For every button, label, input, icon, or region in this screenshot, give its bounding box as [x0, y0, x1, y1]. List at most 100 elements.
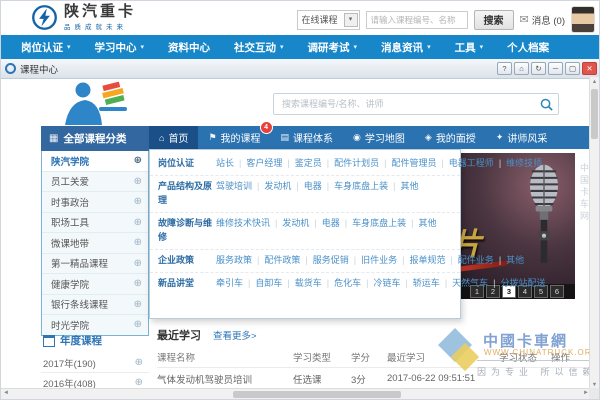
tab-learning-map[interactable]: ◉学习地图 [343, 126, 415, 149]
megamenu-link[interactable]: 配件业务 [445, 255, 493, 265]
category-item-shaanqi-college[interactable]: 陕汽学院⊕ [42, 151, 148, 172]
megamenu-link[interactable]: 载货车 [282, 278, 321, 288]
megamenu-category[interactable]: 产品结构及原理 [158, 180, 216, 208]
scroll-up-icon[interactable]: ▲ [590, 79, 599, 85]
megamenu-link[interactable]: 电器 [309, 218, 339, 228]
megamenu-category[interactable]: 岗位认证 [158, 157, 216, 171]
nav-label: 社交互动 [234, 40, 276, 55]
expand-icon[interactable]: ⊕ [134, 176, 142, 187]
expand-icon[interactable]: ⊕ [134, 299, 142, 310]
megamenu-link[interactable]: 配件政策 [252, 255, 300, 265]
brand-logo[interactable]: 陕汽重卡 品质成就未来 [31, 4, 136, 31]
megamenu-link[interactable]: 冷链车 [361, 278, 400, 288]
megamenu-link[interactable]: 牵引车 [216, 278, 243, 288]
user-avatar[interactable] [571, 6, 595, 33]
megamenu-link[interactable]: 其他 [494, 255, 524, 265]
home-button[interactable]: ⌂ [514, 62, 529, 75]
megamenu-category[interactable]: 故障诊断与维修 [158, 217, 216, 245]
megamenu-link[interactable]: 站长 [216, 158, 234, 168]
megamenu-link[interactable]: 维修技术快讯 [216, 218, 270, 228]
help-button[interactable]: ? [497, 62, 512, 75]
expand-icon[interactable]: ⊕ [134, 196, 142, 207]
category-item-health-college[interactable]: 健康学院⊕ [42, 274, 148, 295]
carousel-page-6[interactable]: 6 [550, 285, 564, 298]
expand-icon[interactable]: ⊕ [134, 155, 142, 166]
messages-link[interactable]: ✉ 消息 (0) [520, 13, 565, 27]
expand-icon[interactable]: ⊕ [134, 217, 142, 228]
search-category-select[interactable]: 在线课程 ▾ [297, 10, 360, 30]
megamenu-link[interactable]: 危化车 [322, 278, 361, 288]
nav-item-social[interactable]: 社交互动▾ [222, 40, 296, 55]
megamenu-link[interactable]: 自卸车 [243, 278, 282, 288]
header-search-button[interactable]: 搜索 [474, 10, 514, 30]
horizontal-scrollbar[interactable]: ◄ ► [1, 388, 600, 399]
nav-item-survey-exam[interactable]: 调研考试▾ [296, 40, 370, 55]
megamenu-link[interactable]: 报单规范 [397, 255, 445, 265]
vertical-scrollbar[interactable]: ▲ ▼ [589, 77, 599, 390]
category-item-workplace-tools[interactable]: 职场工具⊕ [42, 213, 148, 234]
nav-item-news[interactable]: 消息资讯▾ [369, 40, 443, 55]
megamenu-link[interactable]: 分拨站配送 [488, 278, 545, 288]
megamenu-link[interactable]: 客户经理 [234, 158, 282, 168]
nav-item-profile[interactable]: 个人档案 [495, 40, 561, 55]
minimize-button[interactable]: ─ [548, 62, 563, 75]
nav-item-learning-center[interactable]: 学习中心▾ [83, 40, 157, 55]
megamenu-link[interactable]: 天然气车 [440, 278, 488, 288]
caret-down-icon: ▾ [354, 43, 358, 51]
expand-icon[interactable]: ⊕ [134, 319, 142, 330]
megamenu-link[interactable]: 车身底盘上装 [322, 181, 388, 191]
megamenu-links: 服务政策配件政策服务促销旧件业务报单规范配件业务其他 [216, 254, 524, 268]
category-item-premium-courses[interactable]: 第一精品课程⊕ [42, 254, 148, 275]
megamenu-link[interactable]: 发动机 [252, 181, 291, 191]
megamenu-link[interactable]: 电器 [291, 181, 321, 191]
nav-item-tools[interactable]: 工具▾ [443, 40, 496, 55]
refresh-button[interactable]: ↻ [531, 62, 546, 75]
megamenu-link[interactable]: 鉴定员 [282, 158, 321, 168]
view-more-link[interactable]: 查看更多> [213, 328, 257, 342]
megamenu-link[interactable]: 电器工程师 [436, 158, 493, 168]
expand-icon[interactable]: ⊕ [134, 258, 142, 269]
tab-home[interactable]: ⌂首页 [149, 126, 198, 149]
scroll-left-icon[interactable]: ◄ [3, 390, 9, 396]
cell-action[interactable] [551, 368, 589, 390]
vertical-scroll-thumb[interactable] [591, 89, 598, 139]
expand-icon[interactable]: ⊕ [135, 357, 143, 368]
megamenu-category[interactable]: 新品讲堂 [158, 277, 216, 291]
megamenu-link[interactable]: 服务政策 [216, 255, 252, 265]
horizontal-scroll-thumb[interactable] [233, 391, 401, 398]
category-item-politics[interactable]: 时事政治⊕ [42, 192, 148, 213]
megamenu-link[interactable]: 配件计划员 [322, 158, 379, 168]
megamenu-category[interactable]: 企业政策 [158, 254, 216, 268]
nav-item-materials[interactable]: 资料中心 [156, 40, 222, 55]
megamenu-link[interactable]: 维修技师 [494, 158, 542, 168]
megamenu-link[interactable]: 旧件业务 [349, 255, 397, 265]
megamenu-link[interactable]: 发动机 [270, 218, 309, 228]
course-search-input[interactable] [280, 98, 539, 110]
expand-icon[interactable]: ⊕ [134, 278, 142, 289]
nav-item-certification[interactable]: 岗位认证▾ [9, 40, 83, 55]
category-item-bank-line-courses[interactable]: 银行条线课程⊕ [42, 295, 148, 316]
megamenu-link[interactable]: 轿运车 [400, 278, 439, 288]
category-item-microcourse[interactable]: 微课地带⊕ [42, 233, 148, 254]
maximize-button[interactable]: ▢ [565, 62, 580, 75]
megamenu-link[interactable]: 其他 [388, 181, 418, 191]
tab-lecturers[interactable]: ✦讲师风采 [486, 126, 558, 149]
expand-icon[interactable]: ⊕ [135, 377, 143, 388]
tab-my-courses[interactable]: ⚑我的课程4 [198, 126, 270, 149]
megamenu-link[interactable]: 车身底盘上装 [340, 218, 406, 228]
annual-item-2017[interactable]: 2017年(190)⊕ [41, 353, 149, 373]
expand-icon[interactable]: ⊕ [134, 237, 142, 248]
caret-down-icon[interactable]: ▾ [344, 13, 358, 27]
megamenu-link[interactable]: 驾驶培训 [216, 181, 252, 191]
category-item-employee-care[interactable]: 员工关爱⊕ [42, 172, 148, 193]
search-icon[interactable] [539, 97, 554, 112]
tab-course-system[interactable]: ▤课程体系 [271, 126, 344, 149]
megamenu-link[interactable]: 其他 [406, 218, 436, 228]
megamenu-link[interactable]: 服务促销 [300, 255, 348, 265]
megamenu-link[interactable]: 配件管理员 [379, 158, 436, 168]
cell-course-name[interactable]: 气体发动机驾驶员培训 [157, 368, 293, 390]
tab-my-classroom[interactable]: ◈我的面授 [415, 126, 486, 149]
close-button[interactable]: ✕ [582, 62, 597, 75]
header-search-input[interactable] [366, 11, 468, 29]
category-sidebar-header[interactable]: ▦ 全部课程分类 [41, 126, 149, 151]
